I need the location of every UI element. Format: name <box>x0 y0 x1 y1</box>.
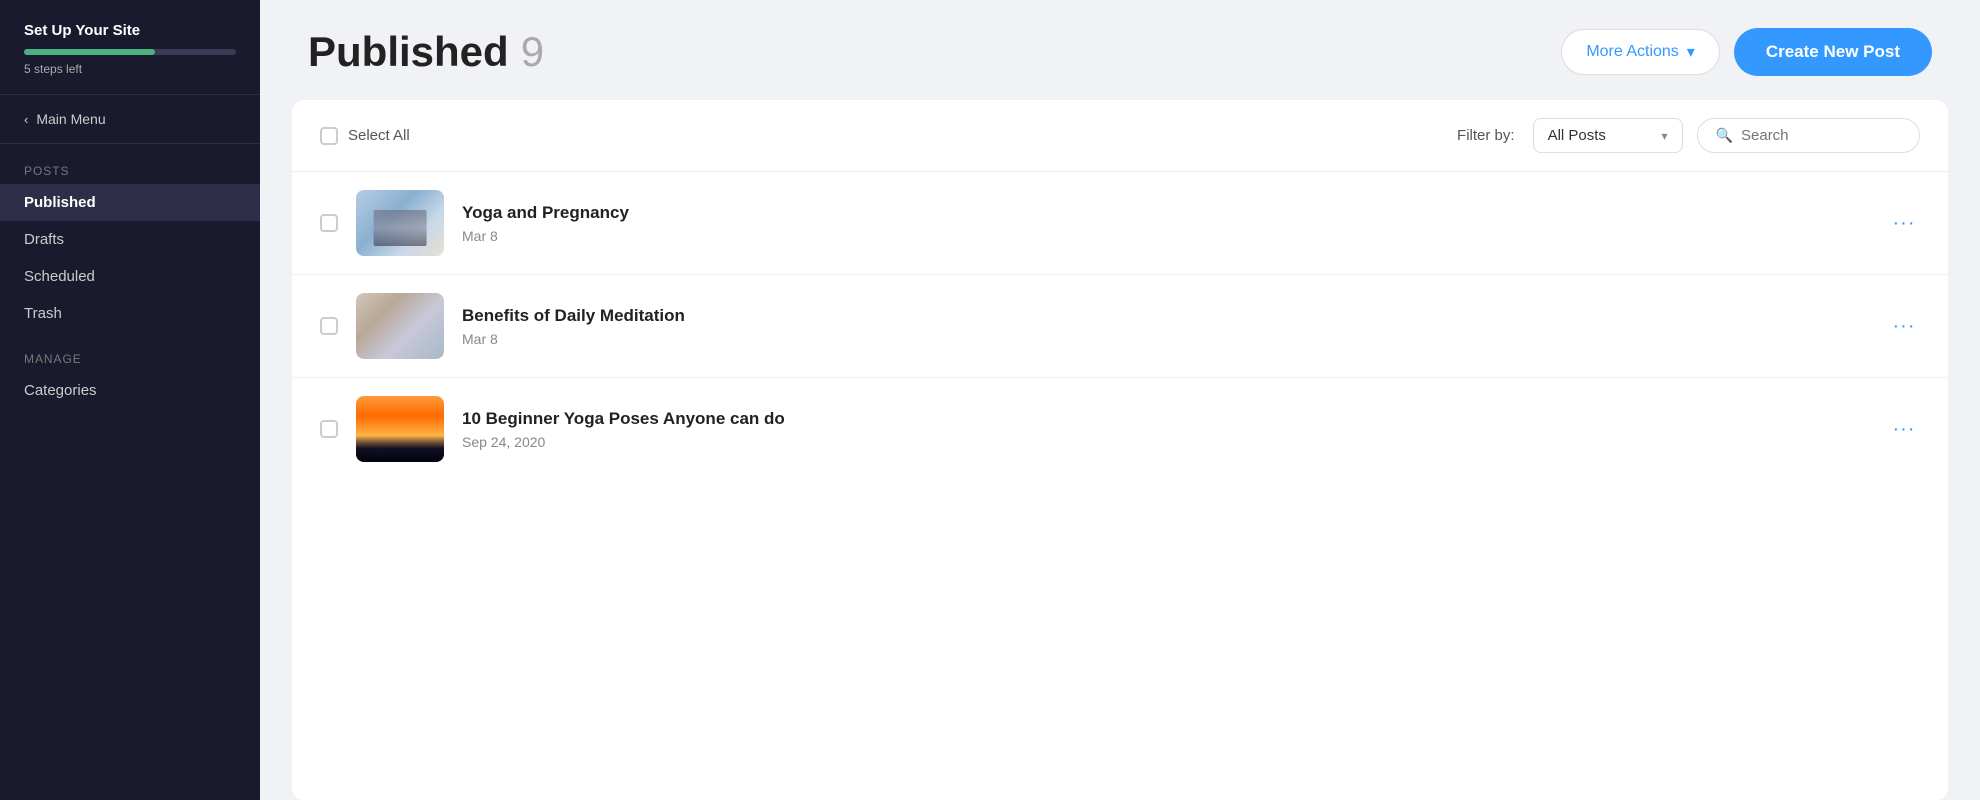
post-date-1: Mar 8 <box>462 228 1870 244</box>
sidebar-item-trash[interactable]: Trash <box>0 295 260 332</box>
posts-section-label: Posts <box>0 164 260 178</box>
page-title: Published <box>308 28 509 76</box>
more-actions-label: More Actions <box>1586 43 1678 61</box>
post-info-1: Yoga and Pregnancy Mar 8 <box>462 203 1870 244</box>
sidebar: Set Up Your Site 5 steps left ‹ Main Men… <box>0 0 260 800</box>
post-thumbnail-2 <box>356 293 444 359</box>
post-checkbox-2[interactable] <box>320 317 338 335</box>
search-input[interactable] <box>1741 127 1901 144</box>
main-content: Published 9 More Actions ▾ Create New Po… <box>260 0 1980 800</box>
content-panel: Select All Filter by: All Posts ▾ 🔍 <box>292 100 1948 800</box>
setup-section: Set Up Your Site 5 steps left <box>0 0 260 95</box>
topbar: Published 9 More Actions ▾ Create New Po… <box>260 0 1980 100</box>
post-info-3: 10 Beginner Yoga Poses Anyone can do Sep… <box>462 409 1870 450</box>
chevron-left-icon: ‹ <box>24 112 28 127</box>
setup-title: Set Up Your Site <box>24 22 236 39</box>
post-title-3: 10 Beginner Yoga Poses Anyone can do <box>462 409 1870 429</box>
posts-section: Posts Published Drafts Scheduled Trash <box>0 144 260 332</box>
post-thumb-meditation-image <box>356 293 444 359</box>
filter-label: Filter by: <box>1457 127 1515 144</box>
main-menu-link[interactable]: ‹ Main Menu <box>24 111 236 127</box>
select-all-label: Select All <box>348 127 410 144</box>
search-icon: 🔍 <box>1716 127 1733 144</box>
post-item: Yoga and Pregnancy Mar 8 ··· <box>292 172 1948 275</box>
toolbar-right: Filter by: All Posts ▾ 🔍 <box>1457 118 1920 153</box>
more-actions-button[interactable]: More Actions ▾ <box>1561 29 1720 75</box>
filter-select-value: All Posts <box>1548 127 1654 144</box>
sidebar-item-published[interactable]: Published <box>0 184 260 221</box>
toolbar: Select All Filter by: All Posts ▾ 🔍 <box>292 100 1948 172</box>
post-thumb-yoga1-image <box>356 190 444 256</box>
manage-section-label: Manage <box>0 332 260 372</box>
post-more-menu-2[interactable]: ··· <box>1888 310 1920 342</box>
progress-bar-fill <box>24 49 155 55</box>
main-menu-label: Main Menu <box>36 111 105 127</box>
post-thumbnail-3 <box>356 396 444 462</box>
sidebar-item-categories[interactable]: Categories <box>0 372 260 409</box>
select-all-checkbox[interactable] <box>320 127 338 145</box>
sidebar-item-drafts[interactable]: Drafts <box>0 221 260 258</box>
filter-select[interactable]: All Posts ▾ <box>1533 118 1683 153</box>
post-thumbnail-1 <box>356 190 444 256</box>
post-item: Benefits of Daily Meditation Mar 8 ··· <box>292 275 1948 378</box>
post-more-menu-3[interactable]: ··· <box>1888 413 1920 445</box>
post-more-menu-1[interactable]: ··· <box>1888 207 1920 239</box>
post-info-2: Benefits of Daily Meditation Mar 8 <box>462 306 1870 347</box>
post-checkbox-3[interactable] <box>320 420 338 438</box>
post-date-3: Sep 24, 2020 <box>462 434 1870 450</box>
toolbar-left: Select All <box>320 127 410 145</box>
page-title-container: Published 9 <box>308 28 544 76</box>
post-title-1: Yoga and Pregnancy <box>462 203 1870 223</box>
post-date-2: Mar 8 <box>462 331 1870 347</box>
post-checkbox-1[interactable] <box>320 214 338 232</box>
chevron-down-icon: ▾ <box>1687 42 1695 62</box>
progress-bar-bg <box>24 49 236 55</box>
create-new-post-button[interactable]: Create New Post <box>1734 28 1932 76</box>
main-menu-link-container[interactable]: ‹ Main Menu <box>0 95 260 144</box>
steps-left: 5 steps left <box>24 62 236 76</box>
post-thumb-sunset-image <box>356 396 444 462</box>
post-item: 10 Beginner Yoga Poses Anyone can do Sep… <box>292 378 1948 480</box>
post-title-2: Benefits of Daily Meditation <box>462 306 1870 326</box>
post-list: Yoga and Pregnancy Mar 8 ··· Benefits of… <box>292 172 1948 800</box>
select-all-container[interactable]: Select All <box>320 127 410 145</box>
topbar-actions: More Actions ▾ Create New Post <box>1561 28 1932 76</box>
sidebar-item-scheduled[interactable]: Scheduled <box>0 258 260 295</box>
filter-chevron-down-icon: ▾ <box>1662 129 1668 143</box>
search-box[interactable]: 🔍 <box>1697 118 1920 153</box>
page-title-count: 9 <box>521 28 544 76</box>
